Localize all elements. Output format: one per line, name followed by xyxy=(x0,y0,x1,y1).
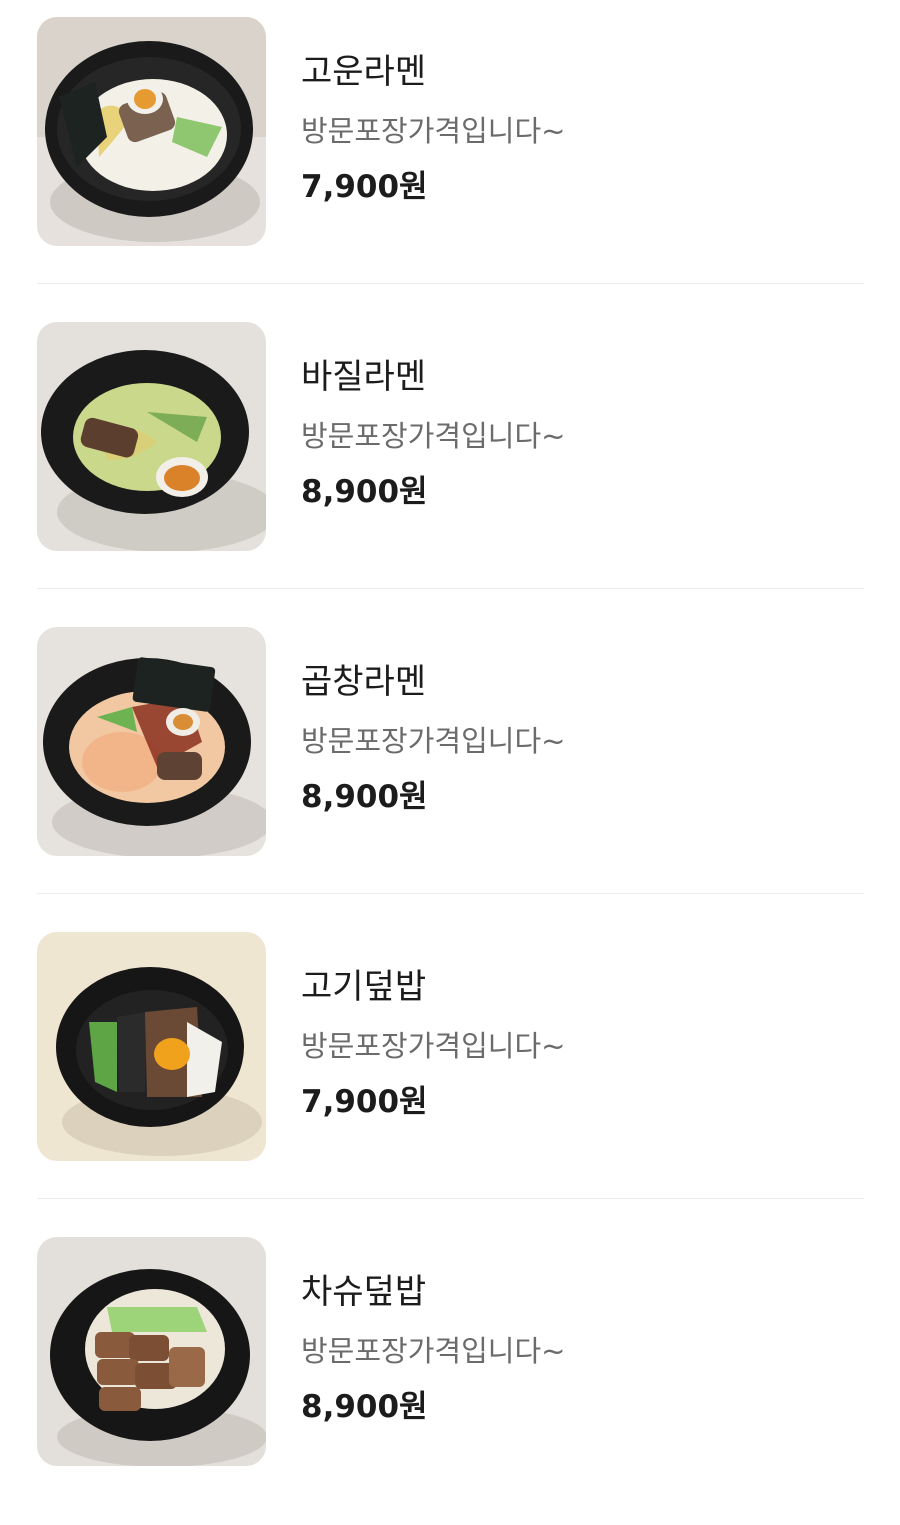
menu-item-description: 방문포장가격입니다~ xyxy=(301,724,566,758)
menu-item-description: 방문포장가격입니다~ xyxy=(301,1334,566,1368)
menu-item-gopchangramen[interactable]: 곱창라멘 방문포장가격입니다~ 8,900원 xyxy=(0,610,900,915)
menu-item-description: 방문포장가격입니다~ xyxy=(301,1029,566,1063)
menu-item-name: 고운라멘 xyxy=(301,52,427,92)
menu-item-photo xyxy=(37,322,266,551)
divider xyxy=(37,893,864,894)
menu-item-description: 방문포장가격입니다~ xyxy=(301,419,566,453)
divider xyxy=(37,588,864,589)
menu-item-price: 8,900원 xyxy=(301,779,428,815)
menu-item-basilramen[interactable]: 바질라멘 방문포장가격입니다~ 8,900원 xyxy=(0,305,900,610)
menu-item-name: 차슈덮밥 xyxy=(301,1272,427,1312)
menu-item-photo xyxy=(37,627,266,856)
divider xyxy=(37,283,864,284)
menu-item-price: 8,900원 xyxy=(301,474,428,510)
divider xyxy=(37,1198,864,1199)
menu-item-name: 곱창라멘 xyxy=(301,662,427,702)
menu-item-chashudeopbap[interactable]: 차슈덮밥 방문포장가격입니다~ 8,900원 xyxy=(0,1220,900,1525)
menu-item-photo xyxy=(37,932,266,1161)
menu-item-gounramen[interactable]: 고운라멘 방문포장가격입니다~ 7,900원 xyxy=(0,0,900,305)
menu-item-gogideopbap[interactable]: 고기덮밥 방문포장가격입니다~ 7,900원 xyxy=(0,915,900,1220)
menu-item-photo xyxy=(37,1237,266,1466)
menu-item-price: 8,900원 xyxy=(301,1389,428,1425)
menu-item-price: 7,900원 xyxy=(301,1084,428,1120)
menu-item-description: 방문포장가격입니다~ xyxy=(301,114,566,148)
menu-item-price: 7,900원 xyxy=(301,169,428,205)
menu-item-name: 고기덮밥 xyxy=(301,967,427,1007)
menu-item-photo xyxy=(37,17,266,246)
menu-item-name: 바질라멘 xyxy=(301,357,427,397)
